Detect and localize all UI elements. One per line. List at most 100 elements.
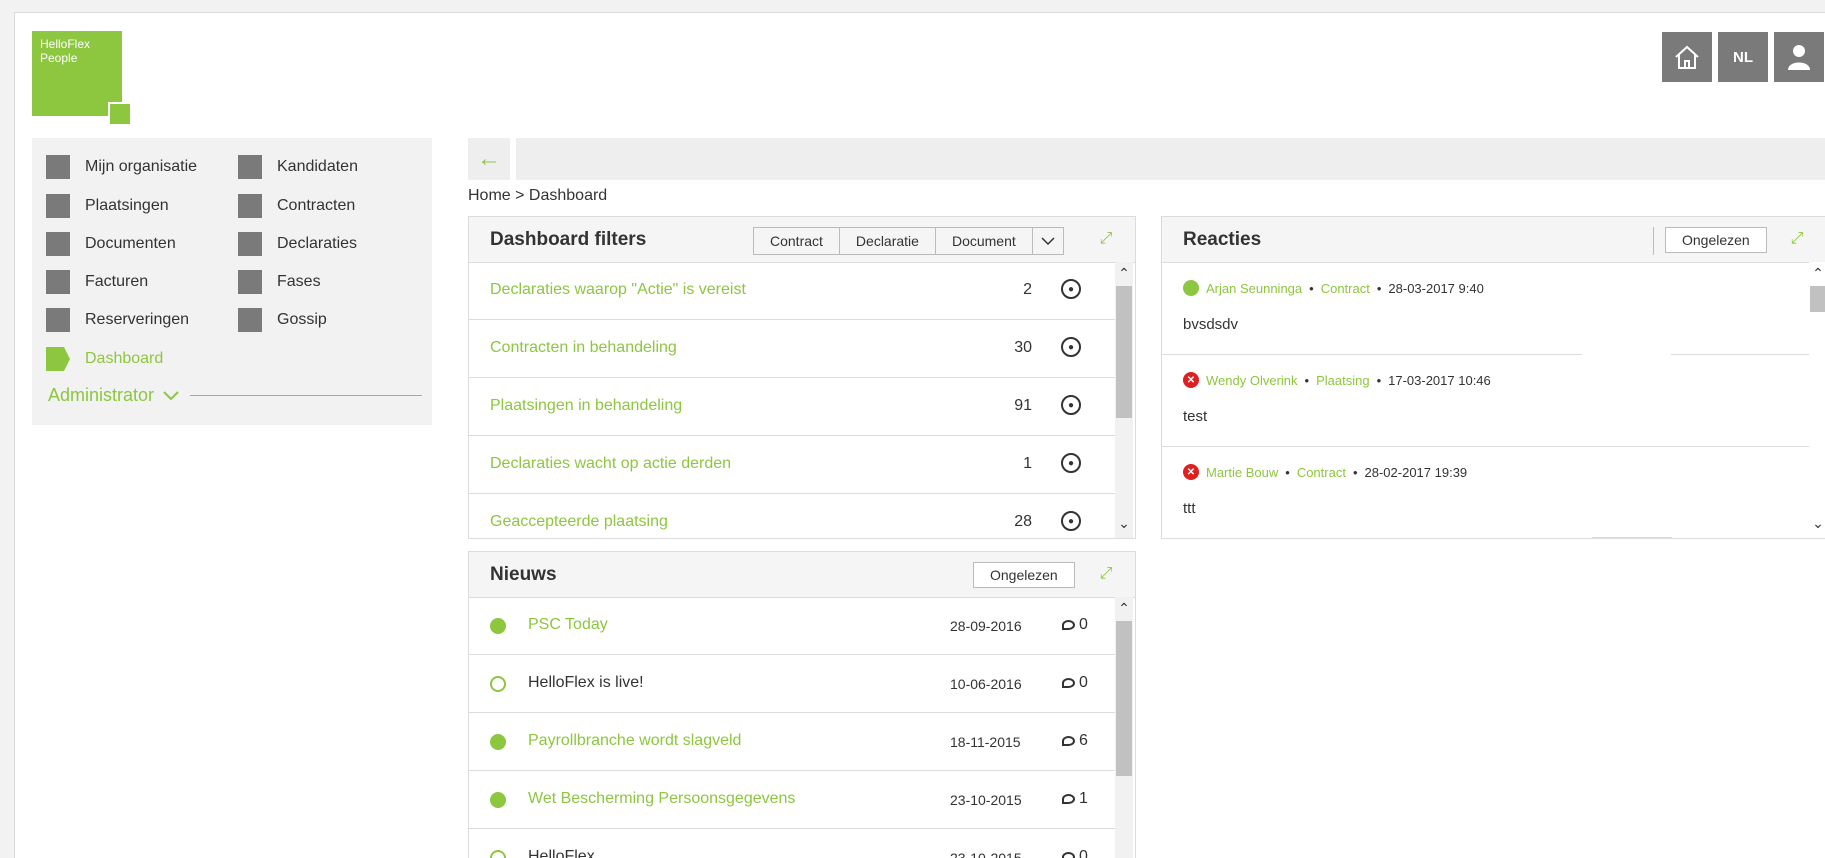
news-item[interactable]: Payrollbranche wordt slagveld 18-11-2015… xyxy=(469,713,1117,771)
filter-label[interactable]: Plaatsingen in behandeling xyxy=(490,397,682,415)
administrator-toggle[interactable]: Administrator xyxy=(48,385,432,406)
expand-icon[interactable]: ⤢ xyxy=(1096,564,1116,584)
scrollbar[interactable]: ⌃ ⌄ xyxy=(1115,597,1133,858)
comment-icon xyxy=(1062,852,1075,858)
filter-row[interactable]: Declaraties waarop "Actie" is vereist 2 ● xyxy=(469,262,1117,320)
sidebar-item-kandidaten[interactable]: Kandidaten xyxy=(238,155,358,179)
bullet: • xyxy=(1304,372,1310,388)
filter-row[interactable]: Declaraties wacht op actie derden 1 ● xyxy=(469,436,1117,494)
ongelezen-button[interactable]: Ongelezen xyxy=(973,562,1075,588)
reactie-author[interactable]: Martie Bouw xyxy=(1206,465,1278,480)
panel-header: Nieuws Ongelezen ⤢ xyxy=(469,552,1135,598)
scrollbar[interactable]: ⌃ ⌄ xyxy=(1115,262,1133,538)
bullet: • xyxy=(1309,280,1314,296)
expand-icon[interactable]: ⤢ xyxy=(1787,229,1807,249)
gear-icon[interactable]: ● xyxy=(1061,395,1081,415)
expand-icon[interactable]: ⤢ xyxy=(1096,229,1116,249)
bullet: • xyxy=(1376,280,1382,296)
back-button[interactable]: ← xyxy=(468,138,510,180)
nav-square-icon xyxy=(238,270,262,294)
news-item[interactable]: Wet Bescherming Persoonsgegevens 23-10-2… xyxy=(469,771,1117,829)
tab-document[interactable]: Document xyxy=(936,228,1033,254)
sidebar-item-label: Declaraties xyxy=(277,235,358,252)
filter-count: 1 xyxy=(1023,455,1032,472)
sidebar-item-label: Fases xyxy=(277,273,321,290)
bullet: • xyxy=(1352,464,1358,480)
gear-icon[interactable]: ● xyxy=(1061,453,1081,473)
chevron-down-icon[interactable]: ⌄ xyxy=(1809,514,1825,532)
scrollbar-thumb[interactable] xyxy=(1116,286,1132,418)
reactie-datetime: 28-02-2017 19:39 xyxy=(1364,464,1468,480)
gear-icon[interactable]: ● xyxy=(1061,279,1081,299)
reactie-type[interactable]: Contract xyxy=(1321,281,1370,296)
sidebar-item-documenten[interactable]: Documenten xyxy=(46,232,176,256)
tabs-dropdown[interactable] xyxy=(1033,228,1063,254)
reactie-author[interactable]: Arjan Seunninga xyxy=(1206,281,1302,296)
sidebar-item-reserveringen[interactable]: Reserveringen xyxy=(46,308,189,332)
filter-label[interactable]: Declaraties wacht op actie derden xyxy=(490,455,731,473)
filter-count: 28 xyxy=(1014,513,1032,530)
news-title[interactable]: HelloFlex is live! xyxy=(528,674,644,692)
chevron-up-icon[interactable]: ⌃ xyxy=(1809,264,1825,282)
news-item[interactable]: PSC Today 28-09-2016 0 xyxy=(469,597,1117,655)
breadcrumb[interactable]: Home > Dashboard xyxy=(468,187,607,205)
gear-icon[interactable]: ● xyxy=(1061,511,1081,531)
reactie-author[interactable]: Wendy Olverink xyxy=(1206,373,1298,388)
filter-row[interactable]: Geaccepteerde plaatsing 28 ● xyxy=(469,494,1117,538)
chevron-down-icon[interactable]: ⌄ xyxy=(1115,514,1133,532)
chevron-up-icon[interactable]: ⌃ xyxy=(1115,599,1133,617)
reactie-type[interactable]: Plaatsing xyxy=(1316,373,1369,388)
scrollbar[interactable]: ⌃ ⌄ xyxy=(1809,262,1825,538)
logo-line-2: People xyxy=(40,51,78,65)
chevron-up-icon[interactable]: ⌃ xyxy=(1115,264,1133,282)
sidebar-item-label: Mijn organisatie xyxy=(85,158,198,175)
news-title[interactable]: Wet Bescherming Persoonsgegevens xyxy=(528,790,795,808)
sidebar-item-declaraties[interactable]: Declaraties xyxy=(238,232,357,256)
reactie-message: ttt xyxy=(1183,500,1196,517)
filter-label[interactable]: Declaraties waarop "Actie" is vereist xyxy=(490,281,746,299)
filter-row[interactable]: Plaatsingen in behandeling 91 ● xyxy=(469,378,1117,436)
reactie-item[interactable]: ✕ Martie Bouw • Contract • 28-02-2017 19… xyxy=(1162,446,1812,538)
panel-title: Reacties xyxy=(1183,229,1262,250)
nav-square-icon xyxy=(238,232,262,256)
reactie-item[interactable]: ✕ Wendy Olverink • Plaatsing • 17-03-201… xyxy=(1162,354,1812,446)
arrow-left-icon: ← xyxy=(477,145,501,172)
nav-square-icon xyxy=(238,194,262,218)
filter-label[interactable]: Geaccepteerde plaatsing xyxy=(490,513,668,531)
reactie-type[interactable]: Contract xyxy=(1297,465,1346,480)
reactie-datetime: 17-03-2017 10:46 xyxy=(1388,372,1491,388)
reactie-meta: ✕ Martie Bouw • Contract • 28-02-2017 19… xyxy=(1183,464,1467,480)
sidebar-item-label: Reserveringen xyxy=(85,311,190,328)
reactie-item[interactable]: Arjan Seunninga • Contract • 28-03-2017 … xyxy=(1162,262,1812,354)
scrollbar-thumb[interactable] xyxy=(1116,621,1132,776)
sidebar-item-plaatsingen[interactable]: Plaatsingen xyxy=(46,194,169,218)
filter-count: 2 xyxy=(1023,281,1032,298)
ongelezen-button[interactable]: Ongelezen xyxy=(1665,227,1767,253)
user-button[interactable] xyxy=(1774,32,1824,82)
gear-icon[interactable]: ● xyxy=(1061,337,1081,357)
news-item[interactable]: HelloFlex 23-10-2015 0 xyxy=(469,829,1117,858)
sidebar-item-contracten[interactable]: Contracten xyxy=(238,194,355,218)
nav-square-icon xyxy=(46,270,70,294)
tab-declaratie[interactable]: Declaratie xyxy=(840,228,936,254)
news-date: 23-10-2015 xyxy=(950,792,1022,808)
filter-row[interactable]: Contracten in behandeling 30 ● xyxy=(469,320,1117,378)
news-title[interactable]: Payrollbranche wordt slagveld xyxy=(528,732,741,750)
news-date: 18-11-2015 xyxy=(950,734,1021,750)
sidebar-item-fases[interactable]: Fases xyxy=(238,270,321,294)
sidebar-item-mijn-organisatie[interactable]: Mijn organisatie xyxy=(46,155,197,179)
sidebar-item-dashboard[interactable]: Dashboard xyxy=(46,347,163,371)
scrollbar-thumb[interactable] xyxy=(1810,286,1825,312)
nav-square-icon xyxy=(46,232,70,256)
news-item[interactable]: HelloFlex is live! 10-06-2016 0 xyxy=(469,655,1117,713)
panel-title: Dashboard filters xyxy=(490,229,647,250)
toolbar xyxy=(516,138,1825,180)
nav-arrow-icon xyxy=(46,347,70,371)
news-title[interactable]: PSC Today xyxy=(528,616,608,634)
language-button[interactable]: NL xyxy=(1718,32,1768,82)
tab-contract[interactable]: Contract xyxy=(754,228,840,254)
home-button[interactable] xyxy=(1662,32,1712,82)
filter-label[interactable]: Contracten in behandeling xyxy=(490,339,677,357)
sidebar-item-gossip[interactable]: Gossip xyxy=(238,308,327,332)
sidebar-item-facturen[interactable]: Facturen xyxy=(46,270,148,294)
